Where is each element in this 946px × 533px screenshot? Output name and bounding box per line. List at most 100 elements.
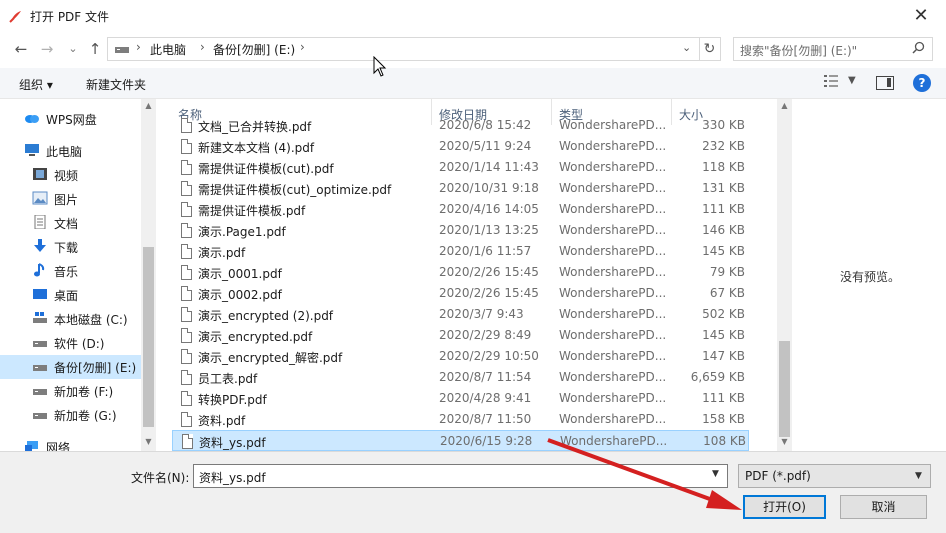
sidebar-item-documents[interactable]: 文档 [0, 211, 141, 235]
file-row[interactable]: 新建文本文档 (4).pdf 2020/5/11 9:24 WondershareP… [172, 136, 749, 157]
close-icon[interactable]: ✕ [906, 4, 936, 28]
refresh-icon[interactable]: ↻ [699, 37, 721, 61]
new-folder-button[interactable]: 新建文件夹 [86, 76, 146, 93]
file-name: 需提供证件模板(cut).pdf [198, 162, 334, 176]
file-type: WondersharePD... [559, 370, 667, 384]
file-type: WondersharePD... [559, 349, 667, 363]
file-row[interactable]: 演示_encrypted.pdf 2020/2/29 8:49 Wondershar… [172, 325, 749, 346]
address-bar[interactable]: › 此电脑 › 备份[勿删] (E:) › ⌄ [107, 37, 700, 61]
scroll-up-icon[interactable]: ▲ [141, 101, 156, 115]
file-modified-date: 2020/4/28 9:41 [439, 391, 532, 405]
preview-pane: 没有预览。 [793, 99, 946, 451]
breadcrumb-this-pc[interactable]: 此电脑 [150, 41, 186, 58]
filename-history-dropdown-icon[interactable]: ▼ [712, 469, 719, 479]
file-name: 演示_encrypted.pdf [198, 330, 313, 344]
sidebar-item-drive-f[interactable]: 新加卷 (F:) [0, 379, 141, 403]
sidebar-item-label: 下载 [54, 241, 79, 255]
open-button[interactable]: 打开(O) [743, 495, 826, 519]
file-modified-date: 2020/1/6 11:57 [439, 244, 532, 258]
file-name: 资料_ys.pdf [199, 436, 266, 450]
cancel-button[interactable]: 取消 [840, 495, 927, 519]
sidebar-item-downloads[interactable]: 下载 [0, 235, 141, 259]
search-input[interactable]: 搜索"备份[勿删] (E:)" [733, 37, 933, 61]
file-modified-date: 2020/8/7 11:54 [439, 370, 532, 384]
sidebar-item-pictures[interactable]: 图片 [0, 187, 141, 211]
sidebar-item-label: 图片 [54, 193, 79, 207]
file-row[interactable]: 演示_encrypted_解密.pdf 2020/2/29 10:50 Wonder… [172, 346, 749, 367]
navigation-pane: WPS网盘 此电脑 视频 图片 文档 下载 音乐 桌面 本地磁盘 (C:) 软件… [0, 99, 156, 451]
scroll-down-icon[interactable]: ▼ [777, 437, 792, 451]
file-row[interactable]: 演示_0001.pdf 2020/2/26 15:45 WondersharePD.… [172, 262, 749, 283]
file-row[interactable]: 演示_encrypted (2).pdf 2020/3/7 9:43 Wonders… [172, 304, 749, 325]
file-row[interactable]: 演示_0002.pdf 2020/2/26 15:45 WondersharePD.… [172, 283, 749, 304]
filetype-select[interactable]: PDF (*.pdf) ▼ [738, 464, 931, 488]
file-type: WondersharePD... [559, 286, 667, 300]
pdf-file-icon [181, 370, 192, 385]
breadcrumb-drive-e[interactable]: 备份[勿删] (E:) [213, 41, 295, 58]
file-row[interactable]: 资料_ys.pdf 2020/6/15 9:28 WondersharePD... 1… [172, 430, 749, 451]
file-row[interactable]: 文档_已合并转换.pdf 2020/6/8 15:42 WondersharePD.… [172, 115, 749, 136]
file-row[interactable]: 需提供证件模板.pdf 2020/4/16 14:05 WondersharePD.… [172, 199, 749, 220]
forward-arrow-icon[interactable]: → [36, 38, 58, 60]
view-dropdown-icon[interactable]: ▼ [848, 75, 856, 86]
file-row[interactable]: 需提供证件模板(cut)_optimize.pdf 2020/10/31 9:18… [172, 178, 749, 199]
scrollbar-thumb[interactable] [143, 247, 154, 427]
sidebar-scrollbar[interactable]: ▲ ▼ [141, 99, 156, 451]
pdf-app-icon [9, 11, 21, 23]
sidebar-item-drive-d[interactable]: 软件 (D:) [0, 331, 141, 355]
sidebar-item-wps-cloud[interactable]: WPS网盘 [0, 107, 141, 131]
sidebar-item-label: 视频 [54, 169, 79, 183]
network-icon [25, 441, 38, 451]
file-modified-date: 2020/6/15 9:28 [440, 434, 533, 448]
sidebar-item-desktop[interactable]: 桌面 [0, 283, 141, 307]
drive-icon [33, 365, 47, 371]
file-row[interactable]: 转换PDF.pdf 2020/4/28 9:41 WondersharePD... 1… [172, 388, 749, 409]
file-row[interactable]: 演示.Page1.pdf 2020/1/13 13:25 WondersharePD… [172, 220, 749, 241]
address-dropdown-icon[interactable]: ⌄ [682, 41, 691, 54]
file-type: WondersharePD... [559, 223, 667, 237]
sidebar-item-drive-c[interactable]: 本地磁盘 (C:) [0, 307, 141, 331]
file-row[interactable]: 员工表.pdf 2020/8/7 11:54 WondersharePD... 6,6… [172, 367, 749, 388]
scrollbar-thumb[interactable] [779, 341, 790, 437]
file-name: 需提供证件模板(cut)_optimize.pdf [198, 183, 392, 197]
sidebar-item-label: 新加卷 (F:) [54, 385, 114, 399]
file-modified-date: 2020/6/8 15:42 [439, 118, 532, 132]
file-size: 111 KB [702, 202, 745, 216]
breadcrumb-separator: › [300, 40, 305, 54]
help-icon[interactable]: ? [913, 74, 931, 92]
file-size: 145 KB [702, 244, 745, 258]
sidebar-item-this-pc[interactable]: 此电脑 [0, 139, 141, 163]
back-arrow-icon[interactable]: ← [10, 38, 32, 60]
sidebar-item-music[interactable]: 音乐 [0, 259, 141, 283]
organize-menu-button[interactable]: 组织 ▾ [19, 76, 53, 93]
file-modified-date: 2020/8/7 11:50 [439, 412, 532, 426]
preview-pane-icon[interactable] [876, 76, 894, 90]
file-list-scrollbar[interactable]: ▲ ▼ [777, 99, 792, 451]
sidebar-item-network[interactable]: 网络 [0, 435, 141, 451]
cloud-icon [25, 115, 39, 123]
sidebar-item-drive-g[interactable]: 新加卷 (G:) [0, 403, 141, 427]
file-type: WondersharePD... [559, 412, 667, 426]
view-options-icon[interactable] [823, 74, 839, 88]
pdf-file-icon [181, 328, 192, 343]
scroll-up-icon[interactable]: ▲ [777, 101, 792, 115]
scroll-down-icon[interactable]: ▼ [141, 437, 156, 451]
file-modified-date: 2020/2/26 15:45 [439, 286, 539, 300]
sidebar-item-videos[interactable]: 视频 [0, 163, 141, 187]
recent-locations-chevron-icon[interactable]: ⌄ [62, 38, 84, 60]
file-row[interactable]: 需提供证件模板(cut).pdf 2020/1/14 11:43 Wondersha… [172, 157, 749, 178]
search-icon[interactable] [912, 41, 925, 54]
file-type: WondersharePD... [559, 181, 667, 195]
file-size: 118 KB [702, 160, 745, 174]
file-size: 232 KB [702, 139, 745, 153]
drive-icon [33, 413, 47, 419]
file-row[interactable]: 演示.pdf 2020/1/6 11:57 WondersharePD... 145 … [172, 241, 749, 262]
file-modified-date: 2020/5/11 9:24 [439, 139, 532, 153]
filename-input[interactable]: 资料_ys.pdf ▼ [193, 464, 728, 488]
up-arrow-icon[interactable]: ↑ [84, 38, 106, 60]
sidebar-item-drive-e[interactable]: 备份[勿删] (E:) [0, 355, 141, 379]
desktop-icon [33, 289, 47, 299]
file-name: 演示.Page1.pdf [198, 225, 286, 239]
pdf-file-icon [181, 265, 192, 280]
file-row[interactable]: 资料.pdf 2020/8/7 11:50 WondersharePD... 158 … [172, 409, 749, 430]
